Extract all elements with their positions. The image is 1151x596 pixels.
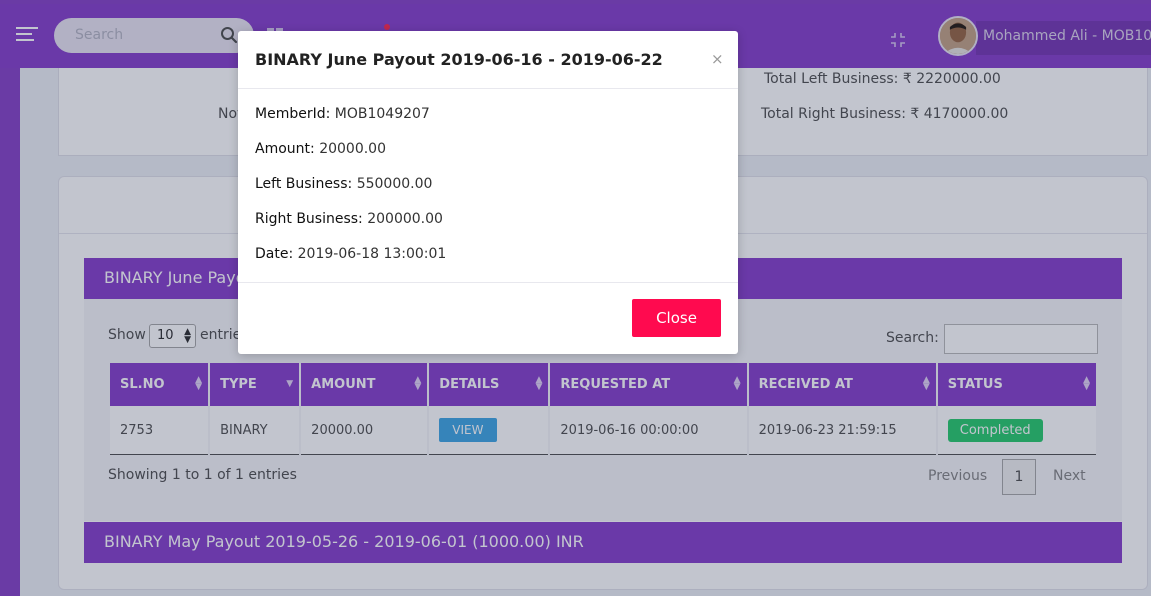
- payout-details-modal: BINARY June Payout 2019-06-16 - 2019-06-…: [238, 31, 738, 354]
- modal-field-left-business: Left Business: 550000.00: [255, 176, 433, 192]
- modal-field-amount: Amount: 20000.00: [255, 141, 386, 157]
- close-icon[interactable]: ×: [711, 50, 724, 68]
- close-button[interactable]: Close: [632, 299, 721, 337]
- modal-field-date: Date: 2019-06-18 13:00:01: [255, 246, 447, 262]
- modal-field-right-business: Right Business: 200000.00: [255, 211, 443, 227]
- modal-field-member-id: MemberId: MOB1049207: [255, 106, 430, 122]
- divider: [238, 88, 738, 89]
- divider: [238, 282, 738, 283]
- modal-title: BINARY June Payout 2019-06-16 - 2019-06-…: [255, 50, 663, 69]
